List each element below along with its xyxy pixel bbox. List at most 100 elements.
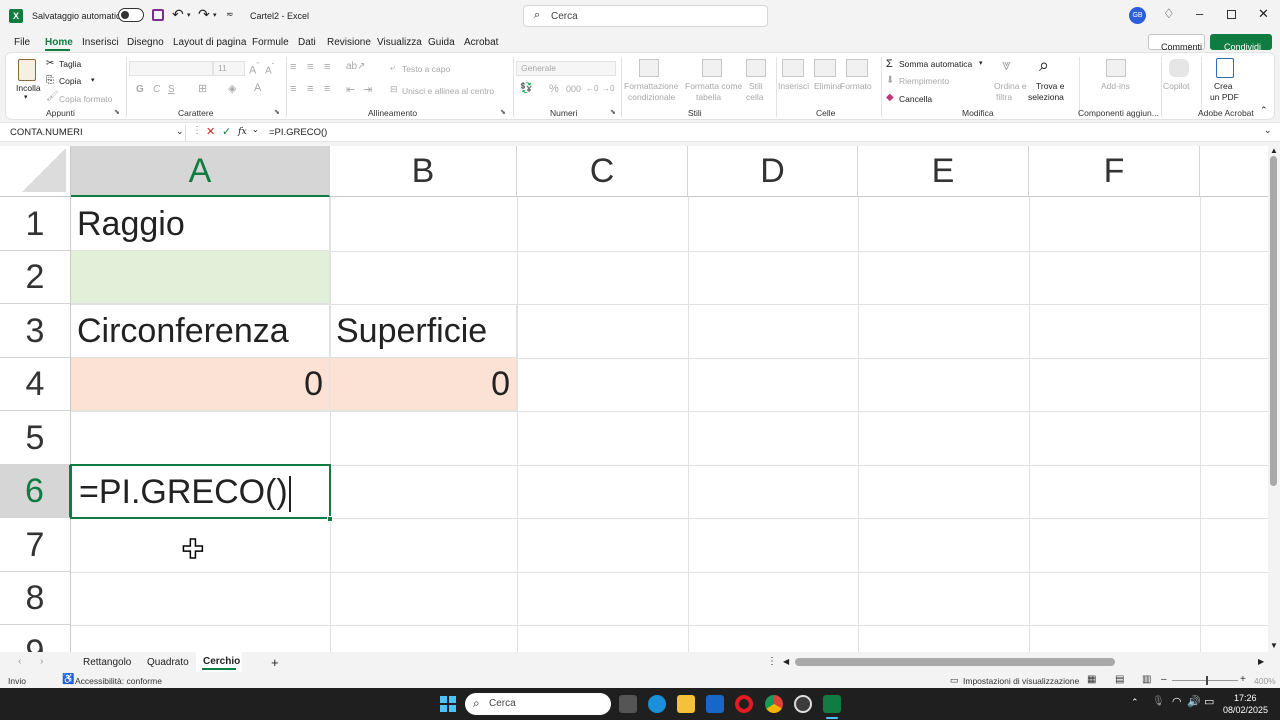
cell-b3[interactable]: Superficie bbox=[330, 304, 517, 358]
insert-cells-icon[interactable] bbox=[782, 59, 804, 77]
cut-button[interactable]: Taglia bbox=[59, 59, 81, 69]
cell-b4[interactable]: 0 bbox=[330, 358, 517, 411]
display-settings-icon[interactable]: ▭ bbox=[950, 675, 959, 686]
zoom-slider-thumb[interactable] bbox=[1206, 676, 1208, 685]
zoom-in-icon[interactable]: + bbox=[1240, 674, 1246, 685]
font-size-select[interactable]: 11 bbox=[213, 61, 245, 76]
clipboard-launcher-icon[interactable]: ⬊ bbox=[114, 108, 120, 116]
cell-styles-button[interactable]: Stili bbox=[749, 81, 763, 91]
close-icon[interactable]: ✕ bbox=[1258, 6, 1269, 22]
align-middle-icon[interactable]: ≡ bbox=[307, 61, 313, 73]
format-cells-icon[interactable] bbox=[846, 59, 868, 77]
name-box[interactable]: CONTA.NUMERI ⌄ bbox=[6, 125, 186, 141]
fill-button[interactable]: Riempimento bbox=[899, 76, 949, 86]
format-painter-icon[interactable]: 🖌 bbox=[46, 91, 59, 102]
expand-formula-bar-icon[interactable]: ⌄ bbox=[1264, 125, 1272, 136]
tab-draw[interactable]: Disegno bbox=[127, 37, 164, 48]
add-ins-button[interactable]: Add-ins bbox=[1101, 81, 1130, 91]
conditional-format-icon[interactable] bbox=[639, 59, 659, 77]
format-as-table-button[interactable]: Formatta come bbox=[685, 81, 742, 91]
currency-icon[interactable]: 💱 bbox=[520, 83, 532, 94]
search-box[interactable]: ⌕ Cerca bbox=[523, 5, 768, 27]
accessibility-icon[interactable]: ♿ bbox=[62, 674, 74, 685]
bold-icon[interactable]: G bbox=[136, 84, 144, 95]
row-header-5[interactable]: 5 bbox=[0, 411, 71, 465]
create-pdf-button[interactable]: Crea bbox=[1214, 81, 1232, 91]
fill-icon[interactable]: ⬇ bbox=[886, 75, 894, 86]
taskbar-search-box[interactable]: ⌕ Cerca bbox=[465, 693, 611, 715]
zoom-slider[interactable] bbox=[1172, 680, 1238, 681]
font-name-select[interactable] bbox=[129, 61, 213, 76]
cell-styles-icon[interactable] bbox=[746, 59, 766, 77]
show-hidden-icons[interactable]: ⌃ bbox=[1131, 697, 1139, 708]
sort-filter-icon[interactable]: ⩔ bbox=[1002, 57, 1011, 75]
number-launcher-icon[interactable]: ⬊ bbox=[610, 108, 616, 116]
excel-taskbar-icon[interactable] bbox=[823, 695, 841, 713]
redo-icon[interactable]: ↷ bbox=[198, 6, 210, 23]
format-cells-button[interactable]: Formato bbox=[840, 81, 872, 91]
cell-a4[interactable]: 0 bbox=[71, 358, 330, 411]
clear-button[interactable]: Cancella bbox=[899, 94, 932, 104]
normal-view-icon[interactable]: ▦ bbox=[1087, 674, 1096, 685]
row-header-6[interactable]: 6 bbox=[0, 465, 71, 518]
delete-cells-button[interactable]: Elimina bbox=[814, 81, 842, 91]
column-header-b[interactable]: B bbox=[330, 146, 517, 197]
clock-date[interactable]: 08/02/2025 bbox=[1223, 705, 1268, 715]
column-header-d[interactable]: D bbox=[688, 146, 858, 197]
column-header-c[interactable]: C bbox=[517, 146, 688, 197]
display-settings-button[interactable]: Impostazioni di visualizzazione bbox=[963, 676, 1079, 686]
create-pdf-icon[interactable] bbox=[1216, 58, 1234, 78]
autosum-button[interactable]: Somma automatica bbox=[899, 59, 972, 69]
align-center-icon[interactable]: ≡ bbox=[307, 83, 313, 95]
obs-recorder-icon[interactable] bbox=[794, 695, 812, 713]
redo-dropdown-icon[interactable]: ▾ bbox=[213, 11, 217, 19]
autosave-toggle[interactable] bbox=[118, 8, 144, 22]
save-icon[interactable] bbox=[152, 9, 164, 21]
restore-icon[interactable] bbox=[1227, 10, 1236, 19]
tab-home[interactable]: Home bbox=[45, 37, 73, 48]
sheet-tab-rettangolo[interactable]: Rettangolo bbox=[83, 657, 131, 668]
alignment-launcher-icon[interactable]: ⬊ bbox=[500, 108, 506, 116]
thousands-icon[interactable]: 000 bbox=[566, 84, 581, 94]
tab-review[interactable]: Revisione bbox=[327, 37, 371, 48]
tab-help[interactable]: Guida bbox=[428, 37, 455, 48]
sort-filter-button[interactable]: Ordina e bbox=[994, 81, 1027, 91]
premium-diamond-icon[interactable]: ♢ bbox=[1163, 6, 1175, 22]
autosum-dropdown-icon[interactable]: ▾ bbox=[979, 59, 983, 67]
chrome-icon[interactable] bbox=[765, 695, 783, 713]
wifi-icon[interactable]: ◠ bbox=[1172, 695, 1182, 708]
clear-icon[interactable]: ◆ bbox=[886, 92, 894, 103]
page-break-view-icon[interactable]: ▥ bbox=[1142, 674, 1151, 685]
paste-button[interactable]: Incolla bbox=[16, 83, 41, 93]
italic-icon[interactable]: C bbox=[153, 84, 160, 95]
horizontal-scrollbar[interactable] bbox=[795, 658, 1255, 666]
column-header-a[interactable]: A bbox=[71, 146, 330, 197]
select-all-corner[interactable] bbox=[0, 146, 71, 197]
increase-decimal-icon[interactable]: ←0 bbox=[586, 84, 598, 93]
row-header-3[interactable]: 3 bbox=[0, 304, 71, 358]
page-layout-view-icon[interactable]: ▤ bbox=[1115, 674, 1124, 685]
row-header-2[interactable]: 2 bbox=[0, 251, 71, 304]
edge-browser-icon[interactable] bbox=[648, 695, 666, 713]
row-header-8[interactable]: 8 bbox=[0, 572, 71, 625]
avatar[interactable]: GB bbox=[1129, 7, 1146, 24]
clock-time[interactable]: 17:26 bbox=[1234, 693, 1257, 703]
decrease-font-icon[interactable]: Aˇ bbox=[265, 61, 274, 76]
insert-cells-button[interactable]: Inserisci bbox=[778, 81, 809, 91]
align-left-icon[interactable]: ≡ bbox=[290, 83, 296, 95]
outlook-icon[interactable] bbox=[706, 695, 724, 713]
copy-button[interactable]: Copia bbox=[59, 76, 81, 86]
cell-a1[interactable]: Raggio bbox=[71, 197, 330, 251]
tab-page-layout[interactable]: Layout di pagina bbox=[173, 37, 246, 48]
align-right-icon[interactable]: ≡ bbox=[324, 83, 330, 95]
wrap-text-icon[interactable]: ⤶ bbox=[390, 62, 395, 73]
horizontal-scroll-thumb[interactable] bbox=[795, 658, 1115, 666]
format-painter-button[interactable]: Copia formato bbox=[59, 94, 112, 104]
cell-a6-active[interactable]: =PI.GRECO() bbox=[70, 464, 331, 519]
sheet-tab-cerchio[interactable]: Cerchio bbox=[196, 652, 242, 672]
sheet-bar-splitter-icon[interactable]: ⋮ bbox=[767, 656, 777, 667]
task-view-icon[interactable] bbox=[619, 695, 637, 713]
row-header-4[interactable]: 4 bbox=[0, 358, 71, 411]
find-select-icon[interactable]: ⌕ bbox=[1039, 55, 1049, 76]
underline-icon[interactable]: S bbox=[168, 84, 175, 95]
